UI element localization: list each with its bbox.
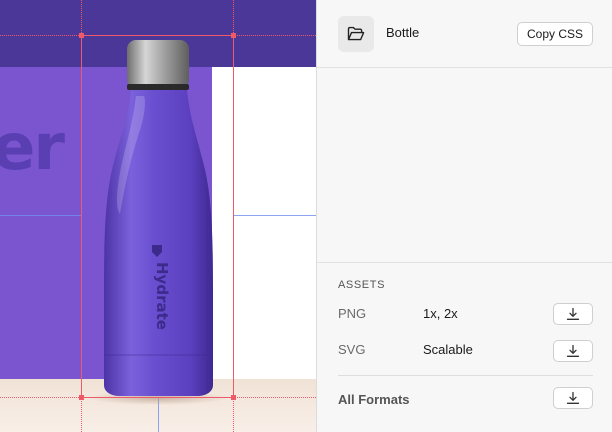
inspector-header: Bottle Copy CSS bbox=[317, 0, 612, 68]
asset-format-png-label: PNG bbox=[338, 306, 367, 321]
selection-extension-line bbox=[234, 35, 316, 36]
selection-extension-line bbox=[81, 0, 82, 35]
bottle-cap bbox=[127, 40, 189, 88]
selection-extension-line bbox=[233, 398, 234, 432]
layer-icon-box bbox=[338, 16, 374, 52]
asset-format-png-value: 1x, 2x bbox=[423, 306, 458, 321]
assets-section: ASSETS PNG 1x, 2x SVG Scalable All Forma… bbox=[317, 262, 612, 432]
selection-extension-line bbox=[234, 397, 316, 398]
bottle-brand-text: Hydrate bbox=[153, 262, 171, 330]
download-all-formats-button[interactable] bbox=[553, 387, 593, 409]
layer-name: Bottle bbox=[386, 25, 420, 40]
resize-handle-top-left[interactable] bbox=[79, 33, 84, 38]
selection-extension-line bbox=[0, 35, 81, 36]
selection-extension-line bbox=[81, 398, 82, 432]
bottle-cap-ring bbox=[127, 84, 189, 90]
selection-edge-left bbox=[81, 35, 82, 398]
selection-edge-bottom bbox=[81, 397, 234, 398]
download-png-button[interactable] bbox=[553, 303, 593, 325]
selection-extension-line bbox=[233, 0, 234, 35]
resize-handle-bottom-left[interactable] bbox=[79, 395, 84, 400]
selection-edge-right bbox=[233, 35, 234, 398]
resize-handle-bottom-right[interactable] bbox=[231, 395, 236, 400]
download-icon bbox=[566, 391, 580, 404]
download-icon bbox=[566, 344, 580, 357]
design-canvas[interactable]: er Hydrate bbox=[0, 0, 316, 432]
assets-divider bbox=[338, 375, 593, 376]
bottle-body bbox=[104, 90, 213, 396]
folder-open-icon bbox=[347, 26, 365, 41]
assets-section-title: ASSETS bbox=[338, 279, 386, 291]
download-icon bbox=[566, 307, 580, 320]
selection-extension-line bbox=[0, 397, 81, 398]
bottle-image[interactable]: Hydrate bbox=[0, 0, 316, 432]
resize-handle-top-right[interactable] bbox=[231, 33, 236, 38]
inspector-panel: Bottle Copy CSS ASSETS PNG 1x, 2x SVG Sc… bbox=[316, 0, 612, 432]
all-formats-label: All Formats bbox=[338, 392, 410, 407]
copy-css-button[interactable]: Copy CSS bbox=[517, 22, 593, 46]
download-svg-button[interactable] bbox=[553, 340, 593, 362]
asset-format-svg-label: SVG bbox=[338, 342, 366, 357]
selection-edge-top bbox=[81, 35, 234, 36]
asset-format-svg-value: Scalable bbox=[423, 342, 473, 357]
